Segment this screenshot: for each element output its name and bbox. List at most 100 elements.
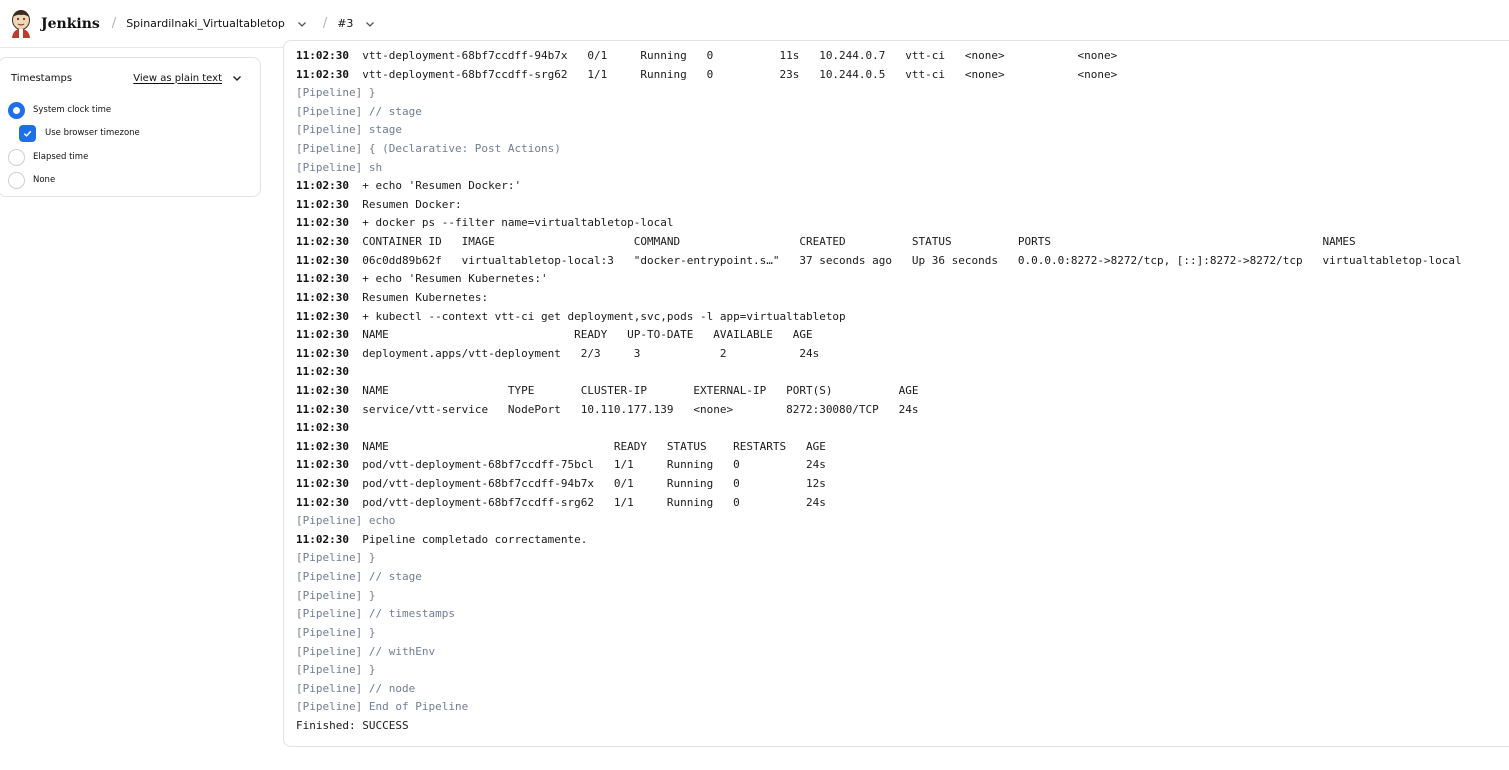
console-line: 11:02:30 NAME READY STATUS RESTARTS AGE <box>296 438 1506 457</box>
pipeline-step: [Pipeline] } <box>296 625 376 639</box>
console-line: [Pipeline] } <box>296 587 1506 606</box>
timestamps-header: Timestamps View as plain text <box>11 69 251 87</box>
console-text: + kubectl --context vtt-ci get deploymen… <box>362 309 846 323</box>
console-text: NAME READY STATUS RESTARTS AGE <box>362 439 826 453</box>
breadcrumb-separator: / <box>111 16 117 31</box>
console-text: deployment.apps/vtt-deployment 2/3 3 2 2… <box>362 346 820 360</box>
console-line: [Pipeline] } <box>296 549 1506 568</box>
console-text: pod/vtt-deployment-68bf7ccdff-75bcl 1/1 … <box>362 458 826 472</box>
console-output: 11:02:30 vtt-deployment-68bf7ccdff-94b7x… <box>296 47 1506 736</box>
view-plain-text-link[interactable]: View as plain text <box>133 73 222 84</box>
console-line: 11:02:30 + kubectl --context vtt-ci get … <box>296 308 1506 327</box>
timestamps-panel: Timestamps View as plain text System clo… <box>0 57 261 197</box>
option-system-clock-time[interactable]: System clock time <box>8 101 111 119</box>
console-timestamp: 11:02:30 <box>296 346 349 360</box>
console-timestamp: 11:02:30 <box>296 402 349 416</box>
console-line: 11:02:30 + echo 'Resumen Docker:' <box>296 177 1506 196</box>
option-label: System clock time <box>33 105 112 115</box>
console-line: 11:02:30 <box>296 363 1506 382</box>
console-line: 11:02:30 pod/vtt-deployment-68bf7ccdff-7… <box>296 456 1506 475</box>
console-text: NAME READY UP-TO-DATE AVAILABLE AGE <box>362 328 813 342</box>
pipeline-step: [Pipeline] stage <box>296 123 402 137</box>
chevron-down-icon[interactable] <box>361 15 379 33</box>
console-line: [Pipeline] stage <box>296 121 1506 140</box>
jenkins-logo-icon[interactable] <box>10 9 32 39</box>
option-elapsed-time[interactable]: Elapsed time <box>8 148 88 166</box>
console-line: Finished: SUCCESS <box>296 717 1506 736</box>
pipeline-step: [Pipeline] { (Declarative: Post Actions) <box>296 142 561 156</box>
pipeline-step: [Pipeline] echo <box>296 514 396 528</box>
console-timestamp: 11:02:30 <box>296 253 349 267</box>
console-timestamp: 11:02:30 <box>296 439 349 453</box>
console-timestamp: 11:02:30 <box>296 532 349 546</box>
console-line: 11:02:30 vtt-deployment-68bf7ccdff-94b7x… <box>296 47 1506 66</box>
console-text: service/vtt-service NodePort 10.110.177.… <box>362 402 919 416</box>
console-timestamp: 11:02:30 <box>296 290 349 304</box>
console-line: 11:02:30 pod/vtt-deployment-68bf7ccdff-9… <box>296 475 1506 494</box>
checkbox-checked[interactable] <box>19 124 36 142</box>
brand-name[interactable]: Jenkins <box>41 16 100 32</box>
console-text: vtt-deployment-68bf7ccdff-srg62 1/1 Runn… <box>362 67 1118 81</box>
console-line: [Pipeline] // stage <box>296 103 1506 122</box>
console-text: NAME TYPE CLUSTER-IP EXTERNAL-IP PORT(S)… <box>362 383 919 397</box>
console-text: Pipeline completado correctamente. <box>362 532 588 546</box>
pipeline-step: [Pipeline] // stage <box>296 570 422 584</box>
console-timestamp: 11:02:30 <box>296 365 349 379</box>
console-text: vtt-deployment-68bf7ccdff-94b7x 0/1 Runn… <box>362 49 1118 62</box>
pipeline-step: [Pipeline] End of Pipeline <box>296 700 469 714</box>
console-line: 11:02:30 NAME READY UP-TO-DATE AVAILABLE… <box>296 326 1506 345</box>
option-none[interactable]: None <box>8 171 55 189</box>
console-timestamp: 11:02:30 <box>296 197 349 211</box>
breadcrumb-job[interactable]: Spinardilnaki_Virtualtabletop <box>126 17 285 30</box>
console-line: 11:02:30 + docker ps --filter name=virtu… <box>296 214 1506 233</box>
radio-unselected[interactable] <box>8 148 25 166</box>
console-line: [Pipeline] // withEnv <box>296 643 1506 662</box>
option-label: Elapsed time <box>33 152 89 162</box>
console-timestamp: 11:02:30 <box>296 235 349 249</box>
option-use-browser-timezone[interactable]: Use browser timezone <box>19 124 140 142</box>
radio-unselected[interactable] <box>8 171 25 189</box>
console-text: pod/vtt-deployment-68bf7ccdff-94b7x 0/1 … <box>362 477 826 491</box>
pipeline-step: [Pipeline] // timestamps <box>296 607 455 621</box>
console-line: [Pipeline] } <box>296 624 1506 643</box>
console-line: [Pipeline] // node <box>296 680 1506 699</box>
console-timestamp: 11:02:30 <box>296 49 349 62</box>
console-text: CONTAINER ID IMAGE COMMAND CREATED STATU… <box>362 235 1356 249</box>
console-line: [Pipeline] echo <box>296 512 1506 531</box>
chevron-down-icon[interactable] <box>293 15 311 33</box>
console-line: 11:02:30 service/vtt-service NodePort 10… <box>296 401 1506 420</box>
console-timestamp: 11:02:30 <box>296 421 349 435</box>
pipeline-step: [Pipeline] // stage <box>296 104 422 118</box>
console-text: + echo 'Resumen Docker:' <box>362 179 522 193</box>
console-timestamp: 11:02:30 <box>296 272 349 286</box>
console-text: Resumen Kubernetes: <box>362 290 489 304</box>
console-line: 11:02:30 Pipeline completado correctamen… <box>296 531 1506 550</box>
console-line: [Pipeline] // stage <box>296 568 1506 587</box>
radio-selected[interactable] <box>8 101 25 119</box>
console-text: pod/vtt-deployment-68bf7ccdff-srg62 1/1 … <box>362 495 826 509</box>
console-timestamp: 11:02:30 <box>296 309 349 323</box>
option-label: Use browser timezone <box>45 128 140 138</box>
console-line: 11:02:30 NAME TYPE CLUSTER-IP EXTERNAL-I… <box>296 382 1506 401</box>
breadcrumb-build[interactable]: #3 <box>337 17 353 30</box>
console-line: 11:02:30 vtt-deployment-68bf7ccdff-srg62… <box>296 66 1506 85</box>
console-line: 11:02:30 Resumen Kubernetes: <box>296 289 1506 308</box>
console-line: 11:02:30 deployment.apps/vtt-deployment … <box>296 345 1506 364</box>
console-line: [Pipeline] sh <box>296 159 1506 178</box>
chevron-down-icon[interactable] <box>230 71 244 85</box>
pipeline-step: [Pipeline] } <box>296 551 376 565</box>
console-timestamp: 11:02:30 <box>296 383 349 397</box>
console-line: [Pipeline] { (Declarative: Post Actions) <box>296 140 1506 159</box>
console-text: + docker ps --filter name=virtualtableto… <box>362 216 674 230</box>
console-line: [Pipeline] } <box>296 84 1506 103</box>
option-label: None <box>33 175 56 185</box>
console-timestamp: 11:02:30 <box>296 179 349 193</box>
pipeline-step: [Pipeline] // withEnv <box>296 644 436 658</box>
pipeline-step: [Pipeline] sh <box>296 160 383 174</box>
console-line: [Pipeline] // timestamps <box>296 605 1506 624</box>
console-line: 11:02:30 Resumen Docker: <box>296 196 1506 215</box>
console-text: 06c0dd89b62f virtualtabletop-local:3 "do… <box>362 253 1462 267</box>
console-text: Finished: SUCCESS <box>296 718 409 732</box>
console-line: 11:02:30 <box>296 419 1506 438</box>
pipeline-step: [Pipeline] } <box>296 588 376 602</box>
